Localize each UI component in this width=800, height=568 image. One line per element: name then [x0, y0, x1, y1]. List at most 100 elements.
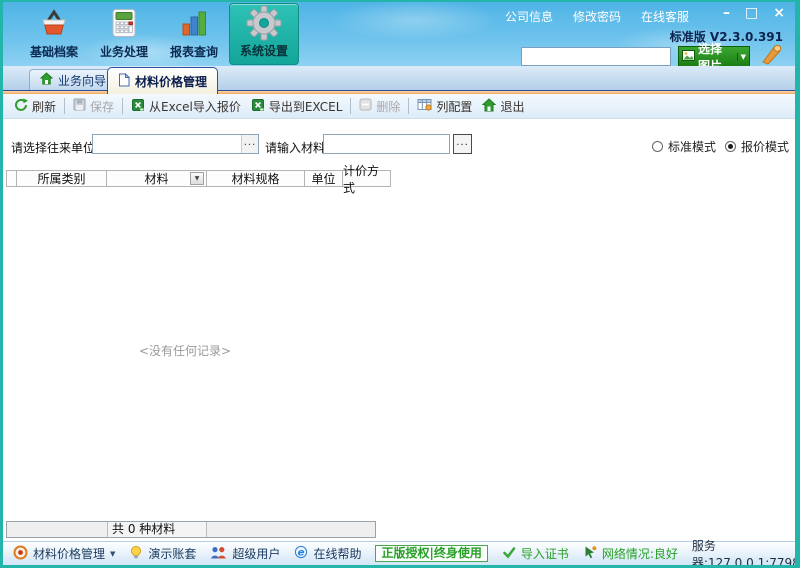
menu-item-business-process[interactable]: 业务处理: [89, 3, 159, 65]
vendor-filter-label: 请选择往来单位: [11, 139, 95, 156]
material-field: [323, 134, 450, 154]
radio-circle-icon: [725, 141, 736, 152]
toolbar-refresh-button[interactable]: 刷新: [9, 98, 61, 115]
column-header-category[interactable]: 所属类别: [17, 171, 107, 186]
filter-area: 请选择往来单位 ... 请输入材料 ... 标准模式 报价模式: [3, 120, 795, 168]
status-bar: 材料价格管理 ▼ 演示账套 超级用户: [3, 541, 795, 565]
toolbar: 刷新 保存 从Excel导入报价: [3, 94, 795, 119]
toolbar-separator: [64, 98, 65, 114]
network-status: 网络情况:良好: [583, 545, 678, 562]
basket-icon: [39, 3, 69, 43]
titlebar: 基础档案 业务处理: [3, 2, 795, 66]
online-service-link[interactable]: 在线客服: [641, 8, 689, 25]
browser-icon: e: [294, 545, 308, 562]
empty-records-message: <没有任何记录>: [139, 342, 231, 359]
status-help-label: 在线帮助: [313, 545, 361, 562]
radio-circle-icon: [652, 141, 663, 152]
table-header: 所属类别 材料 ▼ 材料规格 单位 计价方式: [6, 170, 391, 187]
status-online-help[interactable]: e 在线帮助: [294, 545, 361, 562]
close-button[interactable]: ×: [773, 5, 785, 21]
record-count-summary: 共 0 种材料: [107, 522, 207, 537]
menu-item-label: 业务处理: [100, 43, 148, 60]
toolbar-exit-button[interactable]: 退出: [477, 98, 529, 115]
toolbar-delete-button[interactable]: 删除: [354, 98, 405, 115]
mode-radio-quote[interactable]: 报价模式: [725, 138, 789, 155]
company-info-link[interactable]: 公司信息: [505, 8, 553, 25]
app-window: 基础档案 业务处理: [0, 0, 800, 568]
columns-icon: [417, 98, 432, 114]
excel-export-icon: [251, 98, 265, 115]
radio-label: 标准模式: [668, 138, 716, 155]
status-user-label: 超级用户: [232, 545, 280, 562]
excel-import-icon: [131, 98, 145, 115]
gear-icon: [246, 4, 282, 42]
network-status-label: 网络情况:良好: [602, 545, 678, 562]
table-footer: 共 0 种材料: [6, 521, 376, 538]
network-icon: [583, 545, 597, 562]
image-path-input[interactable]: [521, 47, 671, 66]
toolbar-button-label: 删除: [376, 98, 400, 115]
bar-chart-icon: [180, 3, 208, 43]
column-header-unit[interactable]: 单位: [305, 171, 343, 186]
toolbar-separator: [408, 98, 409, 114]
target-icon: [13, 545, 28, 563]
main-menu: 基础档案 业务处理: [19, 3, 299, 65]
check-icon: [502, 546, 516, 562]
mode-radio-standard[interactable]: 标准模式: [652, 138, 716, 155]
minimize-button[interactable]: –: [723, 5, 730, 21]
import-certificate-label: 导入证书: [521, 545, 569, 562]
status-account[interactable]: 演示账套: [129, 545, 196, 562]
radio-label: 报价模式: [741, 138, 789, 155]
tab-material-price-management[interactable]: 材料价格管理: [107, 67, 218, 94]
status-module-menu[interactable]: 材料价格管理 ▼: [13, 545, 115, 563]
toolbar-button-label: 从Excel导入报价: [149, 98, 241, 115]
window-controls: – □ ×: [723, 5, 785, 21]
column-header-spec[interactable]: 材料规格: [207, 171, 305, 186]
lamp-icon: [129, 545, 143, 562]
change-password-link[interactable]: 修改密码: [573, 8, 621, 25]
maximize-button[interactable]: □: [745, 5, 758, 21]
status-user[interactable]: 超级用户: [210, 545, 280, 562]
status-account-label: 演示账套: [148, 545, 196, 562]
server-address-label: 服务器:127.0.0.1:7798: [692, 537, 800, 568]
menu-item-label: 系统设置: [240, 42, 288, 59]
menu-item-system-settings[interactable]: 系统设置: [229, 3, 299, 65]
choose-image-button[interactable]: 选择图片 ▼: [678, 46, 750, 67]
titlebar-links: 公司信息 修改密码 在线客服: [505, 8, 689, 25]
material-input[interactable]: [324, 135, 449, 153]
chevron-down-icon: ▼: [110, 550, 115, 558]
row-indicator-column: [7, 171, 17, 186]
calculator-icon: [110, 3, 138, 43]
column-header-pricing-method[interactable]: 计价方式: [343, 171, 391, 186]
chevron-down-icon[interactable]: ▼: [737, 53, 746, 61]
tab-label: 业务向导: [58, 72, 106, 89]
home-icon: [40, 72, 53, 88]
toolbar-export-excel-button[interactable]: 导出到EXCEL: [246, 98, 348, 115]
users-icon: [210, 546, 227, 562]
toolbar-separator: [122, 98, 123, 114]
material-filter-dropdown-button[interactable]: ▼: [190, 172, 204, 185]
toolbar-button-label: 退出: [500, 98, 524, 115]
vendor-select-field: ...: [92, 134, 259, 154]
vendor-browse-button[interactable]: ...: [241, 135, 258, 153]
status-module-label: 材料价格管理: [33, 545, 105, 562]
column-header-material[interactable]: 材料 ▼: [107, 171, 207, 186]
import-certificate-button[interactable]: 导入证书: [502, 545, 569, 562]
vendor-select-input[interactable]: [93, 135, 241, 153]
menu-item-report-query[interactable]: 报表查询: [159, 3, 229, 65]
toolbar-separator: [350, 98, 351, 114]
menu-item-basic-archives[interactable]: 基础档案: [19, 3, 89, 65]
tab-label: 材料价格管理: [135, 73, 207, 90]
material-browse-button[interactable]: ...: [453, 134, 472, 154]
toolbar-button-label: 刷新: [32, 98, 56, 115]
delete-icon: [359, 98, 372, 114]
tab-business-wizard[interactable]: 业务向导: [29, 69, 117, 90]
svg-text:e: e: [298, 547, 305, 558]
toolbar-button-label: 列配置: [436, 98, 472, 115]
toolbar-button-label: 导出到EXCEL: [269, 98, 343, 115]
toolbar-import-excel-button[interactable]: 从Excel导入报价: [126, 98, 246, 115]
toolbar-save-button[interactable]: 保存: [68, 98, 119, 115]
horn-icon[interactable]: [760, 42, 784, 69]
menu-item-label: 报表查询: [170, 43, 218, 60]
toolbar-column-config-button[interactable]: 列配置: [412, 98, 477, 115]
